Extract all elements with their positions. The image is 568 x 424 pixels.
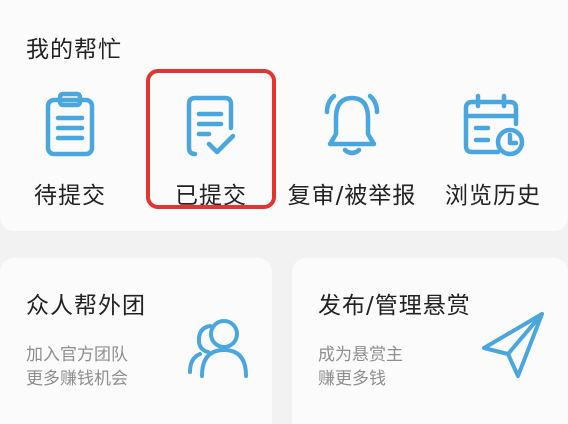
- publish-card-subtitle-2: 赚更多钱: [318, 369, 386, 389]
- calendar-clock-icon: [463, 93, 525, 157]
- browse-history-item[interactable]: 浏览历史: [423, 90, 563, 210]
- clipboard-list-icon: [45, 91, 95, 157]
- publish-card-subtitle-1: 成为悬赏主: [318, 345, 403, 365]
- people-icon: [188, 319, 248, 378]
- team-card-subtitle-1: 加入官方团队: [26, 345, 128, 365]
- team-card-title: 众人帮外团: [26, 293, 146, 319]
- browse-history-label: 浏览历史: [445, 183, 541, 209]
- paper-plane-icon: [482, 312, 544, 378]
- team-card[interactable]: 众人帮外团 加入官方团队 更多赚钱机会: [0, 258, 272, 424]
- document-check-icon: [186, 95, 236, 157]
- section-title: 我的帮忙: [26, 37, 122, 63]
- publish-card-title: 发布/管理悬赏: [318, 293, 471, 319]
- submitted-label: 已提交: [175, 183, 247, 209]
- publish-card[interactable]: 发布/管理悬赏 成为悬赏主 赚更多钱: [292, 258, 568, 424]
- pending-submit-label: 待提交: [34, 183, 106, 209]
- my-help-card: 我的帮忙 待提交 已提交 复审/被举报 浏览历史: [0, 0, 568, 231]
- submitted-item[interactable]: 已提交: [141, 90, 281, 210]
- review-reported-item[interactable]: 复审/被举报: [282, 90, 422, 210]
- review-reported-label: 复审/被举报: [287, 183, 417, 209]
- team-card-subtitle-2: 更多赚钱机会: [26, 369, 128, 389]
- pending-submit-item[interactable]: 待提交: [0, 90, 140, 210]
- bell-icon: [324, 93, 380, 156]
